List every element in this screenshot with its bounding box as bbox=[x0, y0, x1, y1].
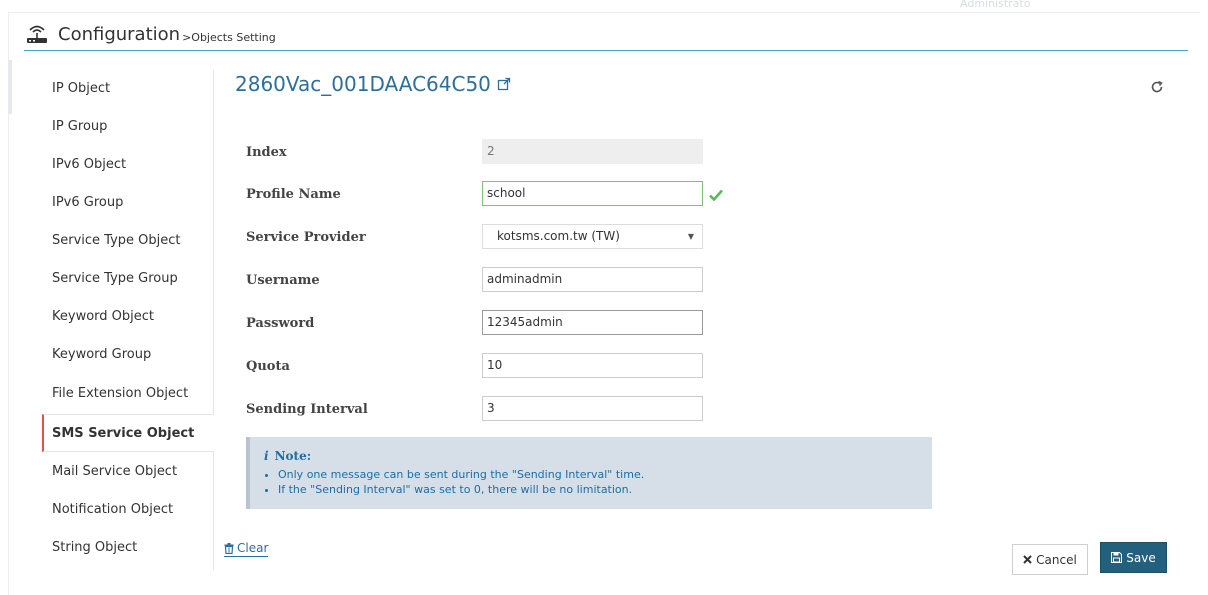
sidebar-item-ipv6-group[interactable]: IPv6 Group bbox=[42, 184, 213, 222]
sending-interval-label: Sending Interval bbox=[246, 402, 368, 417]
cancel-button[interactable]: Cancel bbox=[1012, 544, 1088, 575]
chevron-down-icon: ▼ bbox=[687, 232, 694, 241]
service-provider-select[interactable]: kotsms.com.tw (TW) ▼ bbox=[482, 224, 703, 249]
close-icon bbox=[1023, 555, 1032, 564]
trash-icon bbox=[224, 542, 234, 554]
page-header: Configuration >Objects Setting bbox=[24, 18, 276, 50]
sidebar: IP Object IP Group IPv6 Object IPv6 Grou… bbox=[42, 70, 214, 570]
refresh-icon[interactable] bbox=[1150, 80, 1164, 94]
note-title-text: Note: bbox=[274, 449, 312, 463]
sidebar-item-keyword-group[interactable]: Keyword Group bbox=[42, 336, 213, 374]
save-label: Save bbox=[1126, 550, 1156, 565]
profile-name-label: Profile Name bbox=[246, 187, 341, 202]
password-label: Password bbox=[246, 316, 315, 331]
info-icon: i bbox=[264, 449, 269, 463]
sending-interval-input[interactable]: 3 bbox=[482, 396, 703, 421]
breadcrumb[interactable]: >Objects Setting bbox=[182, 31, 276, 44]
sidebar-item-sms-service-object[interactable]: SMS Service Object bbox=[42, 414, 214, 452]
valid-check-icon bbox=[709, 189, 723, 202]
sidebar-item-mail-service-object[interactable]: Mail Service Object bbox=[42, 453, 213, 491]
sidebar-item-service-type-group[interactable]: Service Type Group bbox=[42, 260, 213, 298]
note-title: i Note: bbox=[264, 449, 932, 463]
header-divider bbox=[24, 50, 1188, 51]
username-label: Username bbox=[246, 273, 320, 288]
object-title: 2860Vac_001DAAC64C50 bbox=[235, 72, 511, 96]
sidebar-item-ip-object[interactable]: IP Object bbox=[42, 70, 213, 108]
sidebar-item-keyword-object[interactable]: Keyword Object bbox=[42, 298, 213, 336]
note-list: Only one message can be sent during the … bbox=[278, 467, 932, 497]
quota-input[interactable]: 10 bbox=[482, 353, 703, 378]
index-field: 2 bbox=[482, 139, 703, 164]
quota-label: Quota bbox=[246, 359, 290, 374]
external-link-icon[interactable] bbox=[497, 77, 511, 91]
sidebar-item-string-object[interactable]: String Object bbox=[42, 529, 213, 567]
service-provider-value: kotsms.com.tw (TW) bbox=[497, 229, 620, 243]
main-content: 2860Vac_001DAAC64C50 Index 2 Profile Nam… bbox=[214, 60, 1184, 590]
cancel-label: Cancel bbox=[1036, 552, 1077, 567]
object-title-text: 2860Vac_001DAAC64C50 bbox=[235, 72, 491, 96]
sidebar-item-ip-group[interactable]: IP Group bbox=[42, 108, 213, 146]
username-input[interactable]: adminadmin bbox=[482, 267, 703, 292]
sidebar-item-notification-object[interactable]: Notification Object bbox=[42, 491, 213, 529]
left-scroll-marker bbox=[8, 60, 12, 114]
profile-name-input[interactable]: school bbox=[482, 181, 703, 206]
router-icon bbox=[27, 25, 47, 43]
sidebar-item-file-extension-object[interactable]: File Extension Object bbox=[42, 375, 213, 413]
note-box: i Note: Only one message can be sent dur… bbox=[246, 437, 932, 509]
service-provider-label: Service Provider bbox=[246, 230, 366, 245]
page-title: Configuration bbox=[58, 23, 181, 45]
user-hint: Administrato bbox=[960, 0, 1031, 10]
clear-label: Clear bbox=[237, 541, 269, 555]
floppy-disk-icon bbox=[1111, 552, 1123, 563]
index-label: Index bbox=[246, 145, 287, 160]
note-item: If the "Sending Interval" was set to 0, … bbox=[278, 482, 932, 497]
sidebar-item-service-type-object[interactable]: Service Type Object bbox=[42, 222, 213, 260]
save-button[interactable]: Save bbox=[1100, 542, 1167, 573]
password-input[interactable]: 12345admin bbox=[482, 310, 703, 335]
clear-link[interactable]: Clear bbox=[224, 541, 269, 557]
note-item: Only one message can be sent during the … bbox=[278, 467, 932, 482]
sidebar-item-ipv6-object[interactable]: IPv6 Object bbox=[42, 146, 213, 184]
